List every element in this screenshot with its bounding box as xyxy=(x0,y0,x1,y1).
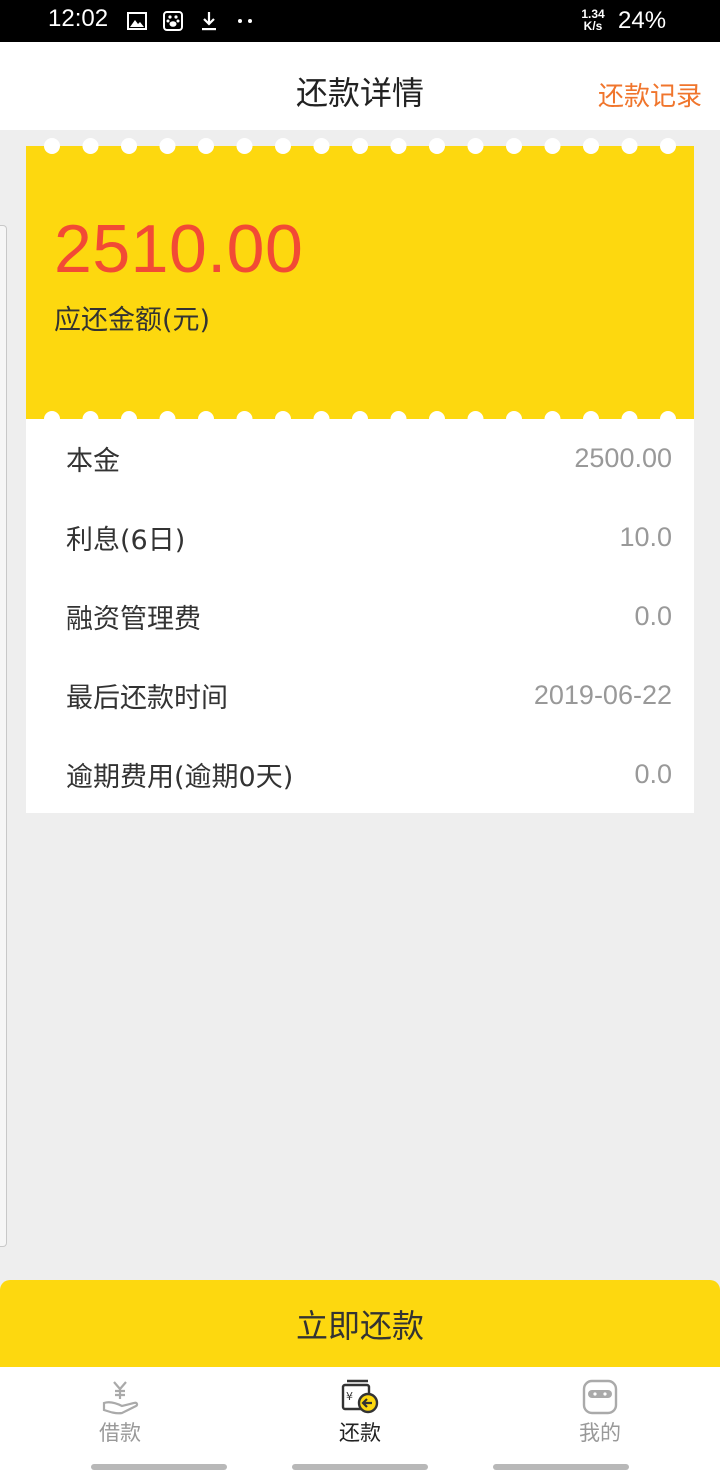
nav-pill-right[interactable] xyxy=(493,1464,629,1470)
perforation-dot xyxy=(82,138,99,154)
borrow-yen-hand-icon xyxy=(100,1379,140,1415)
perforation-dot xyxy=(506,138,522,154)
svg-text:¥: ¥ xyxy=(346,1390,353,1403)
tab-repay[interactable]: ¥ 还款 xyxy=(300,1367,420,1454)
detail-row-principal: 本金 2500.00 xyxy=(26,419,694,498)
download-icon xyxy=(198,10,220,32)
perforation-dot xyxy=(621,138,638,154)
detail-value: 0.0 xyxy=(634,601,672,631)
perforation-dot xyxy=(159,138,176,154)
perforation-dot xyxy=(583,138,599,154)
perforation-dot xyxy=(236,138,253,154)
perforation-dot xyxy=(429,138,445,154)
baidu-paw-icon xyxy=(162,10,184,32)
perforation-dot xyxy=(660,138,676,154)
amount-due-value: 2510.00 xyxy=(54,211,304,287)
perforation-dot xyxy=(44,138,60,154)
bottom-tab-bar: 借款 ¥ 还款 我的 xyxy=(0,1367,720,1454)
perforation-dot xyxy=(352,138,368,154)
perforation-dot xyxy=(544,138,561,154)
amount-due-label: 应还金额(元) xyxy=(54,305,211,336)
perforation-dot xyxy=(275,138,291,154)
tab-mine[interactable]: 我的 xyxy=(540,1367,660,1454)
detail-label: 利息(6日) xyxy=(66,525,186,556)
status-icons xyxy=(126,10,256,32)
status-bar: 12:02 1.34 K/s 24% xyxy=(0,0,720,42)
profile-mask-icon xyxy=(580,1379,620,1415)
detail-row-management-fee: 融资管理费 0.0 xyxy=(26,577,694,656)
perforation-top xyxy=(44,138,676,154)
perforation-dot xyxy=(390,138,407,154)
perforation-dot xyxy=(313,138,330,154)
detail-label: 融资管理费 xyxy=(66,604,201,635)
detail-label: 最后还款时间 xyxy=(66,683,228,714)
detail-label: 逾期费用(逾期0天) xyxy=(66,762,294,793)
perforation-dot xyxy=(121,138,137,154)
detail-row-due-date: 最后还款时间 2019-06-22 xyxy=(26,656,694,735)
detail-row-interest: 利息(6日) 10.0 xyxy=(26,498,694,577)
detail-label: 本金 xyxy=(66,446,120,477)
detail-row-overdue-fee: 逾期费用(逾期0天) 0.0 xyxy=(26,735,694,814)
amount-due-card: 2510.00 应还金额(元) xyxy=(26,138,694,427)
detail-value: 0.0 xyxy=(634,759,672,789)
header-bar: 还款详情 还款记录 xyxy=(0,42,720,130)
network-speed: 1.34 K/s xyxy=(581,7,605,33)
battery-level: 24% xyxy=(618,7,667,34)
repayment-records-link[interactable]: 还款记录 xyxy=(598,76,702,113)
status-time: 12:02 xyxy=(48,5,109,32)
tab-borrow[interactable]: 借款 xyxy=(60,1367,180,1454)
tab-label: 还款 xyxy=(339,1421,381,1445)
gesture-nav-bar xyxy=(0,1454,720,1480)
nav-pill-center[interactable] xyxy=(292,1464,428,1470)
detail-value: 2500.00 xyxy=(574,443,672,473)
edge-panel-handle[interactable] xyxy=(0,225,7,1247)
tab-label: 借款 xyxy=(99,1421,141,1445)
perforation-dot xyxy=(467,138,484,154)
tab-label: 我的 xyxy=(579,1421,621,1445)
nav-pill-left[interactable] xyxy=(91,1464,227,1470)
repay-now-button[interactable]: 立即还款 xyxy=(0,1280,720,1367)
detail-value: 10.0 xyxy=(619,522,672,552)
repay-wallet-icon: ¥ xyxy=(340,1379,380,1415)
perforation-dot xyxy=(198,138,214,154)
detail-value: 2019-06-22 xyxy=(533,680,672,710)
image-icon xyxy=(126,10,148,32)
more-dots-icon xyxy=(234,10,256,32)
repayment-details-list: 本金 2500.00 利息(6日) 10.0 融资管理费 0.0 最后还款时间 … xyxy=(26,419,694,813)
